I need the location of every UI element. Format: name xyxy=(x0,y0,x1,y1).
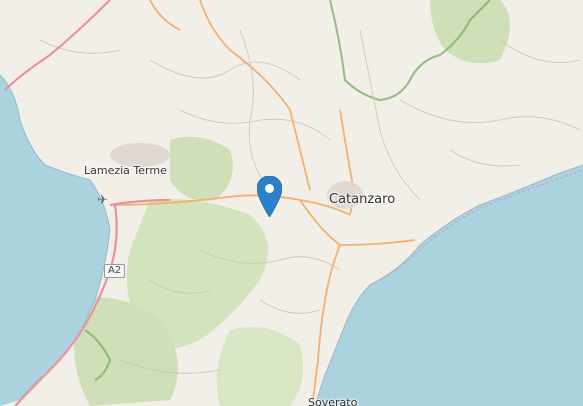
place-label-catanzaro: Catanzaro xyxy=(329,192,396,207)
place-label-lamezia-terme: Lamezia Terme xyxy=(84,164,167,177)
airplane-icon: ✈ xyxy=(97,192,108,207)
map-tiles xyxy=(0,0,583,406)
forest-area xyxy=(170,136,233,201)
map-canvas[interactable]: Lamezia Terme Catanzaro Soverato A2 ✈ xyxy=(0,0,583,406)
forest-area xyxy=(216,327,304,406)
road-shield-a2: A2 xyxy=(104,264,126,278)
place-label-soverato: Soverato xyxy=(308,396,358,406)
